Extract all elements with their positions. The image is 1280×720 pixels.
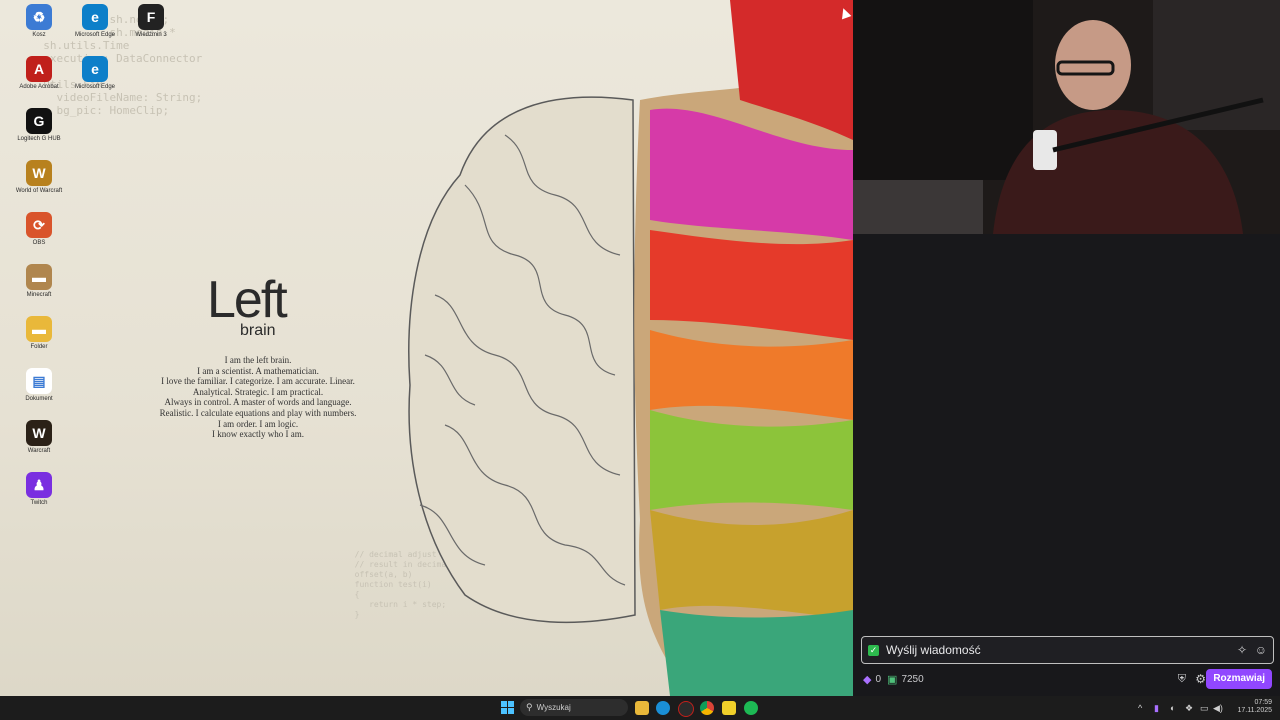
taskbar-search[interactable]: ⚲ Wyszukaj	[520, 699, 628, 716]
desktop: sh.net.*; sh.media.* sh.utils.Time execu…	[0, 0, 853, 696]
wallpaper-line: I love the familiar. I categorize. I am …	[161, 376, 355, 387]
app-icon: ⟳	[26, 212, 52, 238]
app-icon: ▬	[26, 316, 52, 342]
shield-icon[interactable]: ⛨	[1178, 673, 1186, 686]
chat-footer: ◆ 0 ▣ 7250 ⛨ ⚙ Rozmawiaj	[861, 669, 1272, 689]
app-icon: W	[26, 160, 52, 186]
desktop-icon-label: Folder	[30, 344, 48, 350]
desktop-icon-label: Adobe Acrobat	[19, 84, 59, 90]
desktop-icon-label: Wiedźmin 3	[135, 32, 167, 38]
start-tile	[501, 708, 507, 714]
desktop-icon-label: Minecraft	[26, 292, 52, 298]
desktop-icon[interactable]: W World of Warcraft	[14, 160, 64, 195]
bits-balance: 0	[875, 673, 882, 685]
start-button[interactable]	[501, 701, 514, 714]
chrome-icon[interactable]	[700, 701, 714, 715]
tray-date: 17.11.2025	[1237, 707, 1272, 714]
wallpaper-line: Analytical. Strategic. I am practical.	[192, 386, 324, 397]
chat-panel: ✓ Wyślij wiadomość ✧ ☺ ◆ 0 ▣ 7250 ⛨ ⚙ Ro…	[853, 234, 1280, 696]
desktop-icon[interactable]: F Wiedźmin 3	[126, 4, 176, 39]
wallpaper-text: I am the left brain. I am a scientist. A…	[150, 355, 366, 440]
desktop-icon[interactable]: e Microsoft Edge	[70, 4, 120, 39]
badge-icon: ✓	[868, 644, 879, 656]
left-brain-sketch	[408, 96, 636, 624]
channel-points: 7250	[901, 673, 924, 685]
tray-time: 07:59	[1254, 699, 1272, 706]
desktop-icon[interactable]: ⟳ OBS	[14, 212, 64, 247]
start-tile	[508, 701, 514, 707]
wallpaper-line: I am the left brain.	[224, 355, 292, 365]
app-icon: ♟	[26, 472, 52, 498]
app-icon: G	[26, 108, 52, 134]
chat-input[interactable]: ✓ Wyślij wiadomość ✧ ☺	[861, 636, 1274, 664]
desktop-icon[interactable]: A Adobe Acrobat	[14, 56, 64, 91]
tray-chevron-icon[interactable]: ^	[1138, 703, 1142, 713]
app-icon: A	[26, 56, 52, 82]
desktop-icon-label: Warcraft	[27, 448, 51, 454]
chat-input-placeholder: Wyślij wiadomość	[886, 643, 981, 657]
desktop-icon[interactable]: W Warcraft	[14, 420, 64, 455]
desktop-icon-label: OBS	[32, 240, 46, 246]
desktop-icon[interactable]: ▬ Minecraft	[14, 264, 64, 299]
desktop-icon[interactable]: ▤ Dokument	[14, 368, 64, 403]
right-brain-color	[634, 0, 853, 696]
notes-icon[interactable]	[722, 701, 736, 715]
taskbar: ⚲ Wyszukaj ^ ▮ ◐ ❖ ▭ ◀) 07:59 17.11.2025	[0, 696, 1280, 720]
desktop-icon-label: Kosz	[32, 32, 46, 38]
webcam-feed	[853, 0, 1280, 234]
network-icon[interactable]: ▭	[1200, 703, 1209, 714]
app-icon: W	[26, 420, 52, 446]
obs-icon[interactable]	[678, 701, 694, 717]
app-icon: ▤	[26, 368, 52, 394]
twitch-tray-icon[interactable]: ▮	[1154, 703, 1159, 714]
start-tile	[501, 701, 507, 707]
desktop-icon[interactable]: e Microsoft Edge	[70, 56, 120, 91]
bits-icon[interactable]: ✧	[1237, 643, 1247, 657]
file-explorer-icon[interactable]	[635, 701, 649, 715]
chat-send-button[interactable]: Rozmawiaj	[1206, 669, 1272, 689]
app-icon: F	[138, 4, 164, 30]
channel-points-icon[interactable]: ▣	[887, 673, 897, 686]
emote-icon[interactable]: ☺	[1255, 643, 1267, 657]
wallpaper-line: I am order. I am logic.	[217, 418, 299, 429]
desktop-icon[interactable]: ♻ Kosz	[14, 4, 64, 39]
webcam-image	[853, 0, 1280, 234]
desktop-icon[interactable]: ♟ Twitch	[14, 472, 64, 507]
desktop-icon-label: Dokument	[25, 396, 53, 402]
desktop-icon-label: Microsoft Edge	[74, 84, 116, 90]
desktop-icon-label: Logitech G HUB	[17, 136, 61, 142]
desktop-icon[interactable]: G Logitech G HUB	[14, 108, 64, 143]
search-icon: ⚲	[526, 702, 533, 712]
bits-balance-icon[interactable]: ◆	[863, 673, 871, 686]
wallpaper-line: I am a scientist. A mathematician.	[197, 365, 319, 376]
start-tile	[508, 708, 514, 714]
app-icon: e	[82, 56, 108, 82]
desktop-icon-label: Microsoft Edge	[74, 32, 116, 38]
edge-icon[interactable]	[656, 701, 670, 715]
wallpaper-line: Always in control. A master of words and…	[164, 397, 352, 408]
volume-icon[interactable]: ◀)	[1213, 703, 1223, 714]
dropbox-icon[interactable]: ❖	[1185, 703, 1193, 714]
tray-clock[interactable]: 07:59 17.11.2025	[1237, 699, 1272, 715]
wallpaper-line: I know exactly who I am.	[212, 429, 304, 440]
desktop-icon-label: Twitch	[30, 500, 48, 506]
settings-gear-icon[interactable]: ⚙	[1195, 672, 1206, 686]
app-icon: ▬	[26, 264, 52, 290]
spotify-icon[interactable]	[744, 701, 758, 715]
taskbar-search-placeholder: Wyszukaj	[536, 703, 571, 712]
app-icon: e	[82, 4, 108, 30]
wallpaper-title: Left	[207, 271, 288, 329]
wallpaper-line: Realistic. I calculate equations and pla…	[159, 407, 357, 418]
wallpaper-subtitle: brain	[240, 322, 276, 339]
desktop-icon-label: World of Warcraft	[15, 188, 63, 194]
app-icon: ♻	[26, 4, 52, 30]
desktop-icon[interactable]: ▬ Folder	[14, 316, 64, 351]
tray-app-icon[interactable]: ◐	[1170, 703, 1175, 713]
